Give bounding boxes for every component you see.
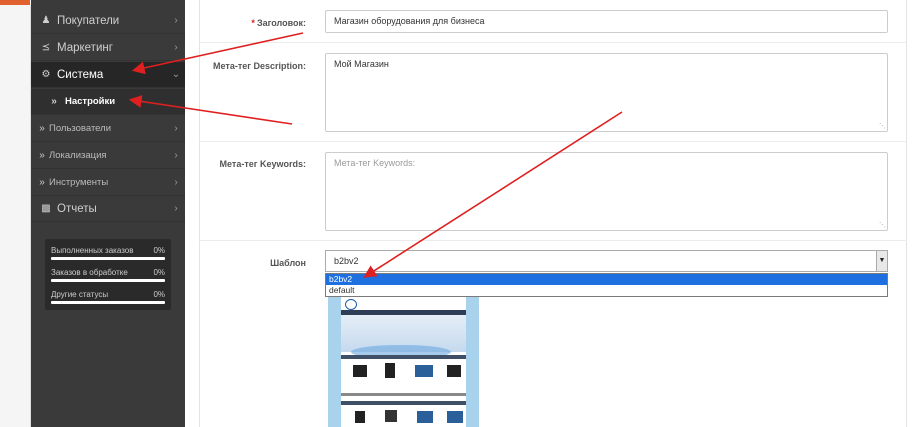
sidebar-item-label: Отчеты [57,202,97,215]
template-option-default[interactable]: default [326,285,887,296]
preview-product [417,411,433,423]
description-label: Мета-тег Description: [213,61,306,71]
preview-product [415,365,433,377]
keywords-label: Мета-тег Keywords: [219,159,306,169]
sidebar-item-reports[interactable]: ▩ Отчеты › [31,196,185,222]
chevron-right-icon: › [174,203,178,214]
chevron-right-icon: › [174,150,178,161]
chevron-right-icon: › [174,123,178,134]
stat-value: 0% [153,268,165,277]
double-chevron-right-icon: » [39,123,45,134]
stat-label: Заказов в обработке [51,268,128,277]
required-marker: * [251,18,255,28]
sidebar-item-label: Система [57,68,104,81]
sidebar-item-users[interactable]: » Пользователи › [31,116,185,142]
preview-section-bar [341,393,466,396]
preview-product [353,365,367,377]
keywords-textarea[interactable]: Мета-тег Keywords: ⋱ [325,152,888,231]
preview-section-bar [341,401,466,405]
chevron-right-icon: › [174,42,178,53]
progress-bar [51,301,165,304]
row-divider [199,240,907,241]
gear-icon: ⚙ [41,69,51,80]
sidebar-item-label: Покупатели [57,14,120,27]
sidebar-item-label: Настройки [65,96,116,107]
keywords-placeholder: Мета-тег Keywords: [334,158,416,168]
chevron-right-icon: › [174,15,178,26]
description-value: Мой Магазин [334,59,389,69]
stat-value: 0% [153,290,165,299]
sidebar-item-label: Инструменты [49,177,109,188]
template-selected-value: b2bv2 [334,256,359,266]
sidebar-item-system[interactable]: ⚙ Система ⌄ [31,62,185,88]
stat-value: 0% [153,246,165,255]
share-icon: ⪯ [41,42,51,53]
stat-label: Другие статусы [51,290,109,299]
template-preview-image [328,297,479,427]
order-stats-panel: Выполненных заказов 0% Заказов в обработ… [45,239,171,310]
preview-section-bar [341,355,466,359]
sidebar-item-settings[interactable]: » Настройки [31,89,185,115]
sidebar-item-tools[interactable]: » Инструменты › [31,170,185,196]
stat-label: Выполненных заказов [51,246,134,255]
title-label: * Заголовок: [191,18,306,28]
preview-product [447,365,461,377]
template-select[interactable]: b2bv2 ▼ [325,250,888,272]
preview-product [385,410,397,422]
sidebar-item-customers[interactable]: ♟ Покупатели › [31,8,185,34]
template-label: Шаблон [270,258,306,268]
preview-product [447,411,463,423]
stat-processing: Заказов в обработке 0% [51,268,165,282]
preview-product [355,411,365,423]
stat-other: Другие статусы 0% [51,290,165,304]
title-input[interactable]: Магазин оборудования для бизнеса [325,10,888,33]
stat-completed: Выполненных заказов 0% [51,246,165,260]
title-label-text: Заголовок: [256,18,306,28]
sidebar-item-label: Пользователи [49,123,112,134]
progress-bar [51,257,165,260]
sidebar-item-label: Локализация [49,150,107,161]
row-divider [199,42,907,43]
resize-handle-icon[interactable]: ⋱ [879,221,886,229]
progress-bar [51,279,165,282]
preview-banner [341,315,466,359]
title-input-value: Магазин оборудования для бизнеса [334,16,485,26]
template-dropdown-list: b2bv2 default [325,273,888,297]
preview-product [385,363,395,378]
sidebar: ♟ Покупатели › ⪯ Маркетинг › ⚙ Система ⌄… [31,0,185,427]
left-strip [0,5,31,427]
dropdown-arrow-icon[interactable]: ▼ [876,251,887,271]
chevron-down-icon: ⌄ [171,69,181,80]
description-textarea[interactable]: Мой Магазин ⋱ [325,53,888,132]
bar-chart-icon: ▩ [41,203,51,214]
double-chevron-right-icon: » [39,150,45,161]
user-icon: ♟ [41,15,51,26]
row-divider [199,141,907,142]
sidebar-item-localization[interactable]: » Локализация › [31,143,185,169]
double-chevron-right-icon: » [51,96,57,107]
sidebar-item-label: Маркетинг [57,41,113,54]
preview-logo-icon [345,299,357,310]
preview-page [341,297,466,427]
chevron-right-icon: › [174,177,178,188]
sidebar-item-marketing[interactable]: ⪯ Маркетинг › [31,35,185,61]
template-option-b2bv2[interactable]: b2bv2 [326,274,887,285]
double-chevron-right-icon: » [39,177,45,188]
resize-handle-icon[interactable]: ⋱ [879,122,886,130]
